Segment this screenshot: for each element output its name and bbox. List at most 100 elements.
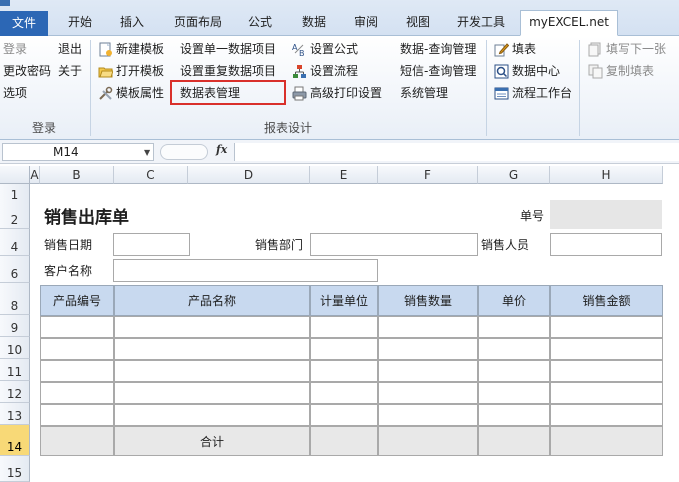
fill-next-button[interactable]: 填写下一张	[588, 39, 666, 59]
row-header[interactable]: 8	[0, 283, 30, 315]
sale-date-field[interactable]	[113, 233, 190, 256]
formula-bar-resize-handle[interactable]	[160, 144, 208, 160]
row-header[interactable]: 2	[0, 200, 30, 229]
total-cell[interactable]	[550, 426, 663, 456]
table-cell[interactable]	[40, 404, 114, 426]
table-cell[interactable]	[40, 382, 114, 404]
column-header[interactable]: A	[30, 166, 40, 184]
open-template-button[interactable]: 打开模板	[98, 61, 164, 81]
salesperson-field[interactable]	[550, 233, 662, 256]
table-cell[interactable]	[378, 404, 478, 426]
tab-review[interactable]: 审阅	[344, 11, 388, 36]
system-management-button[interactable]: 系统管理	[400, 83, 448, 103]
tab-home[interactable]: 开始	[58, 11, 102, 36]
row-header[interactable]: 9	[0, 315, 30, 337]
set-formula-button[interactable]: AB 设置公式	[292, 39, 358, 59]
data-center-button[interactable]: 数据中心	[494, 61, 560, 81]
table-cell[interactable]	[378, 316, 478, 338]
copy-fill-button[interactable]: 复制填表	[588, 61, 654, 81]
set-single-item-button[interactable]: 设置单一数据项目	[180, 39, 276, 59]
tab-myexcel[interactable]: myEXCEL.net	[520, 10, 618, 36]
table-cell[interactable]	[550, 316, 663, 338]
logout-button[interactable]: 退出	[58, 39, 82, 59]
about-button[interactable]: 关于	[58, 61, 82, 81]
table-cell[interactable]	[478, 338, 550, 360]
chevron-down-icon[interactable]: ▼	[144, 148, 150, 157]
row-header[interactable]: 15	[0, 456, 30, 482]
table-cell[interactable]	[114, 316, 310, 338]
row-header[interactable]: 12	[0, 381, 30, 403]
row-header[interactable]: 10	[0, 337, 30, 359]
fill-form-button[interactable]: 填表	[494, 39, 536, 59]
tab-page-layout[interactable]: 页面布局	[166, 11, 230, 36]
order-no-field[interactable]	[550, 200, 662, 229]
table-cell[interactable]	[550, 382, 663, 404]
row-header[interactable]: 11	[0, 359, 30, 381]
table-cell[interactable]	[114, 338, 310, 360]
formula-icon: AB	[292, 42, 307, 58]
tab-file[interactable]: 文件	[0, 11, 48, 36]
quick-access-icon[interactable]	[0, 0, 10, 6]
options-button[interactable]: 选项	[3, 83, 27, 103]
column-header[interactable]: B	[40, 166, 114, 184]
column-header[interactable]: F	[378, 166, 478, 184]
insert-function-icon[interactable]: fx	[216, 143, 227, 156]
table-cell[interactable]	[378, 360, 478, 382]
table-cell[interactable]	[40, 360, 114, 382]
new-template-button[interactable]: 新建模板	[98, 39, 164, 59]
tab-data[interactable]: 数据	[292, 11, 336, 36]
sms-query-button[interactable]: 短信-查询管理	[400, 61, 476, 81]
table-cell[interactable]	[478, 382, 550, 404]
column-header[interactable]: E	[310, 166, 378, 184]
formula-input[interactable]	[234, 143, 679, 161]
workflow-desk-button[interactable]: 流程工作台	[494, 83, 572, 103]
table-cell[interactable]	[40, 316, 114, 338]
sale-dept-field[interactable]	[310, 233, 478, 256]
table-cell[interactable]	[478, 404, 550, 426]
table-cell[interactable]	[310, 360, 378, 382]
table-cell[interactable]	[114, 382, 310, 404]
table-cell[interactable]	[478, 316, 550, 338]
column-header[interactable]: H	[550, 166, 663, 184]
name-box[interactable]: M14	[2, 143, 154, 161]
set-workflow-button[interactable]: 设置流程	[292, 61, 358, 81]
row-header[interactable]: 14	[0, 425, 30, 456]
table-cell[interactable]	[478, 360, 550, 382]
template-properties-button[interactable]: 模板属性	[98, 83, 164, 103]
change-password-button[interactable]: 更改密码	[3, 61, 51, 81]
table-cell[interactable]	[310, 404, 378, 426]
total-cell[interactable]	[378, 426, 478, 456]
table-cell[interactable]	[550, 404, 663, 426]
table-cell[interactable]	[310, 382, 378, 404]
advanced-print-button[interactable]: 高级打印设置	[292, 83, 382, 103]
tab-insert[interactable]: 插入	[110, 11, 154, 36]
column-header[interactable]: G	[478, 166, 550, 184]
total-cell[interactable]	[478, 426, 550, 456]
table-header-cell: 销售数量	[378, 285, 478, 316]
table-cell[interactable]	[114, 360, 310, 382]
customer-field[interactable]	[113, 259, 378, 282]
total-cell[interactable]	[40, 426, 114, 456]
table-cell[interactable]	[378, 382, 478, 404]
total-label-cell[interactable]: 合计	[114, 426, 310, 456]
row-header[interactable]: 13	[0, 403, 30, 425]
row-header[interactable]: 6	[0, 256, 30, 283]
set-repeat-item-button[interactable]: 设置重复数据项目	[180, 61, 276, 81]
column-header[interactable]: C	[114, 166, 188, 184]
data-query-button[interactable]: 数据-查询管理	[400, 39, 476, 59]
table-cell[interactable]	[550, 360, 663, 382]
table-cell[interactable]	[550, 338, 663, 360]
total-cell[interactable]	[310, 426, 378, 456]
table-cell[interactable]	[310, 338, 378, 360]
table-cell[interactable]	[114, 404, 310, 426]
column-header[interactable]: D	[188, 166, 310, 184]
tab-view[interactable]: 视图	[396, 11, 440, 36]
table-cell[interactable]	[378, 338, 478, 360]
tab-formulas[interactable]: 公式	[238, 11, 282, 36]
select-all-corner[interactable]	[0, 166, 30, 184]
login-button[interactable]: 登录	[3, 39, 27, 59]
table-cell[interactable]	[310, 316, 378, 338]
table-cell[interactable]	[40, 338, 114, 360]
row-header[interactable]: 4	[0, 229, 30, 256]
tab-developer[interactable]: 开发工具	[448, 11, 514, 36]
